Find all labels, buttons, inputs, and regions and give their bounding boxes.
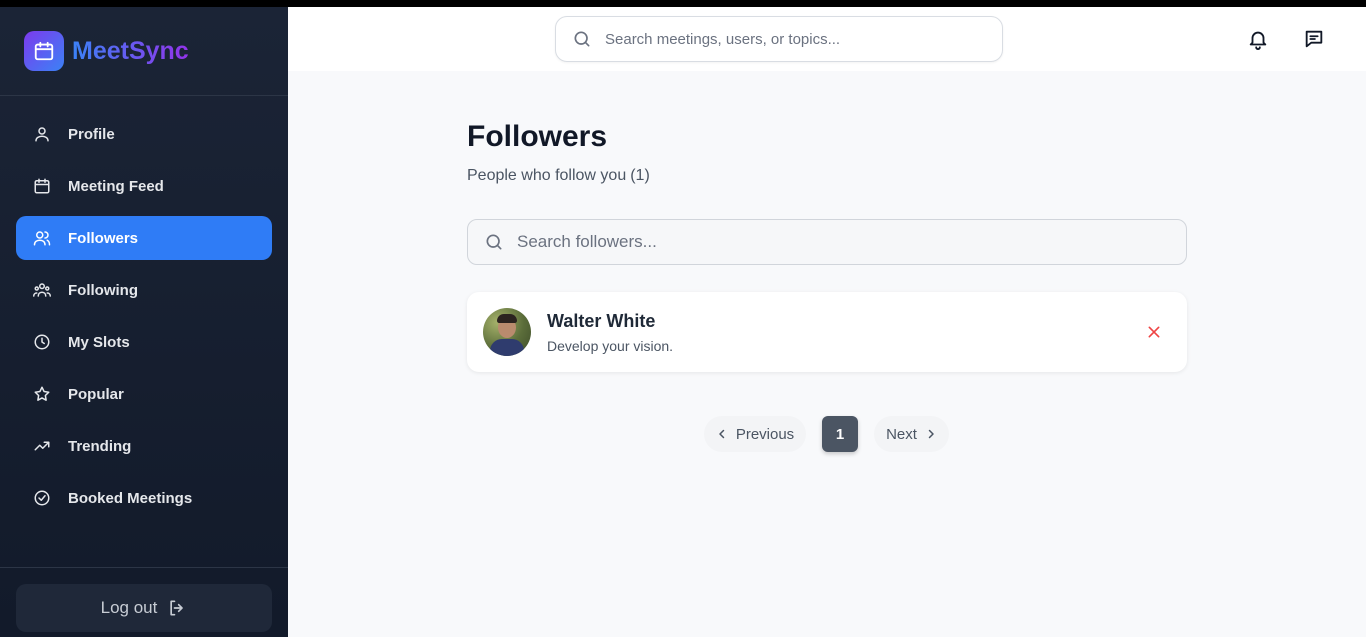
sidebar-item-label: Trending [68,437,132,455]
next-label: Next [886,425,917,443]
global-search-input[interactable] [605,30,965,48]
follower-search[interactable] [467,219,1187,265]
chevron-left-icon [716,428,728,440]
group-icon [33,281,51,299]
sidebar-item-trending[interactable]: Trending [16,424,272,468]
sidebar-item-followers[interactable]: Followers [16,216,272,260]
logout-icon [167,598,187,618]
avatar[interactable] [483,308,531,356]
sidebar-item-following[interactable]: Following [16,268,272,312]
follower-card[interactable]: Walter White Develop your vision. [467,292,1187,372]
calendar-icon [33,177,51,195]
previous-page-button[interactable]: Previous [704,416,806,452]
brand[interactable]: MeetSync [0,7,288,96]
sidebar-footer: Log out [0,567,288,637]
page-subtitle: People who follow you (1) [467,167,650,185]
close-icon [1148,326,1160,338]
sidebar-item-profile[interactable]: Profile [16,112,272,156]
sidebar-item-label: Profile [68,125,115,143]
sidebar-item-label: Popular [68,385,124,403]
search-icon [572,29,592,49]
search-icon [484,232,504,252]
calendar-icon [24,31,64,71]
global-search[interactable] [555,16,1003,62]
logout-label: Log out [100,598,158,617]
follower-count: (1) [630,167,650,184]
message-icon[interactable] [1301,26,1327,52]
logout-button[interactable]: Log out [16,584,272,632]
page-1-button[interactable]: 1 [822,416,858,452]
follower-search-input[interactable] [517,232,1157,252]
sidebar-item-label: Followers [68,229,139,247]
sidebar-item-label: My Slots [68,333,130,351]
clock-icon [33,333,51,351]
users-icon [33,229,51,247]
next-page-button[interactable]: Next [874,416,949,452]
sidebar-item-label: Booked Meetings [68,489,193,507]
sidebar-item-booked-meetings[interactable]: Booked Meetings [16,476,272,520]
remove-follower-button[interactable] [1145,323,1163,341]
page-title: Followers [467,120,608,153]
follower-info: Walter White Develop your vision. [547,311,673,354]
follower-bio: Develop your vision. [547,337,674,354]
sidebar-item-label: Following [68,281,138,299]
follower-name[interactable]: Walter White [547,311,673,332]
trending-up-icon [33,437,51,455]
topbar [288,7,1366,71]
sidebar-item-popular[interactable]: Popular [16,372,272,416]
sidebar: MeetSync Profile Meeting Feed Followers … [0,7,288,637]
sidebar-item-label: Meeting Feed [68,177,164,195]
brand-name: MeetSync [72,36,189,65]
star-icon [33,385,51,403]
sidebar-item-meeting-feed[interactable]: Meeting Feed [16,164,272,208]
sidebar-nav: Profile Meeting Feed Followers Following… [0,96,288,567]
bell-icon[interactable] [1245,26,1271,52]
sidebar-item-my-slots[interactable]: My Slots [16,320,272,364]
chevron-right-icon [925,428,937,440]
check-circle-icon [33,489,51,507]
pagination: Previous 1 Next [467,416,1187,452]
previous-label: Previous [735,425,795,443]
user-icon [33,125,51,143]
subtitle-text: People who follow you [467,167,627,184]
